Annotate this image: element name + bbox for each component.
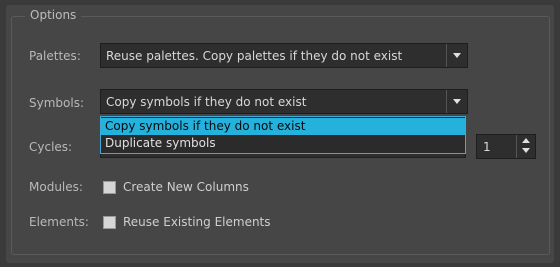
create-new-columns-label[interactable]: Create New Columns — [123, 180, 249, 194]
symbols-value: Copy symbols if they do not exist — [106, 95, 307, 109]
options-panel: Options Palettes: Reuse palettes. Copy p… — [6, 5, 554, 263]
arrow-up-icon[interactable] — [522, 138, 530, 143]
modules-label: Modules: — [29, 180, 83, 194]
arrow-down-icon[interactable] — [522, 148, 530, 153]
reuse-existing-elements-checkbox[interactable] — [103, 216, 116, 229]
cycles-spin-buttons[interactable] — [516, 135, 535, 158]
symbols-dropdown-list: Copy symbols if they do not exist Duplic… — [100, 116, 466, 154]
palettes-label: Palettes: — [29, 49, 81, 63]
palettes-dropdown-button[interactable] — [446, 44, 467, 67]
chevron-down-icon — [453, 53, 461, 58]
symbols-dropdown[interactable]: Copy symbols if they do not exist — [100, 89, 468, 114]
palettes-dropdown[interactable]: Reuse palettes. Copy palettes if they do… — [100, 43, 468, 68]
create-new-columns-checkbox[interactable] — [103, 181, 116, 194]
palettes-value: Reuse palettes. Copy palettes if they do… — [106, 49, 403, 63]
dropdown-option-duplicate-symbols[interactable]: Duplicate symbols — [101, 135, 465, 152]
elements-label: Elements: — [29, 215, 89, 229]
group-title: Options — [25, 8, 82, 22]
cycles-stepper[interactable]: 1 — [476, 134, 536, 159]
cycles-label: Cycles: — [29, 140, 73, 154]
cycles-value[interactable]: 1 — [483, 140, 491, 154]
symbols-dropdown-button[interactable] — [446, 90, 467, 113]
dropdown-option-copy-symbols[interactable]: Copy symbols if they do not exist — [101, 118, 465, 135]
reuse-existing-elements-label[interactable]: Reuse Existing Elements — [123, 215, 271, 229]
chevron-down-icon — [453, 99, 461, 104]
symbols-label: Symbols: — [29, 96, 84, 110]
